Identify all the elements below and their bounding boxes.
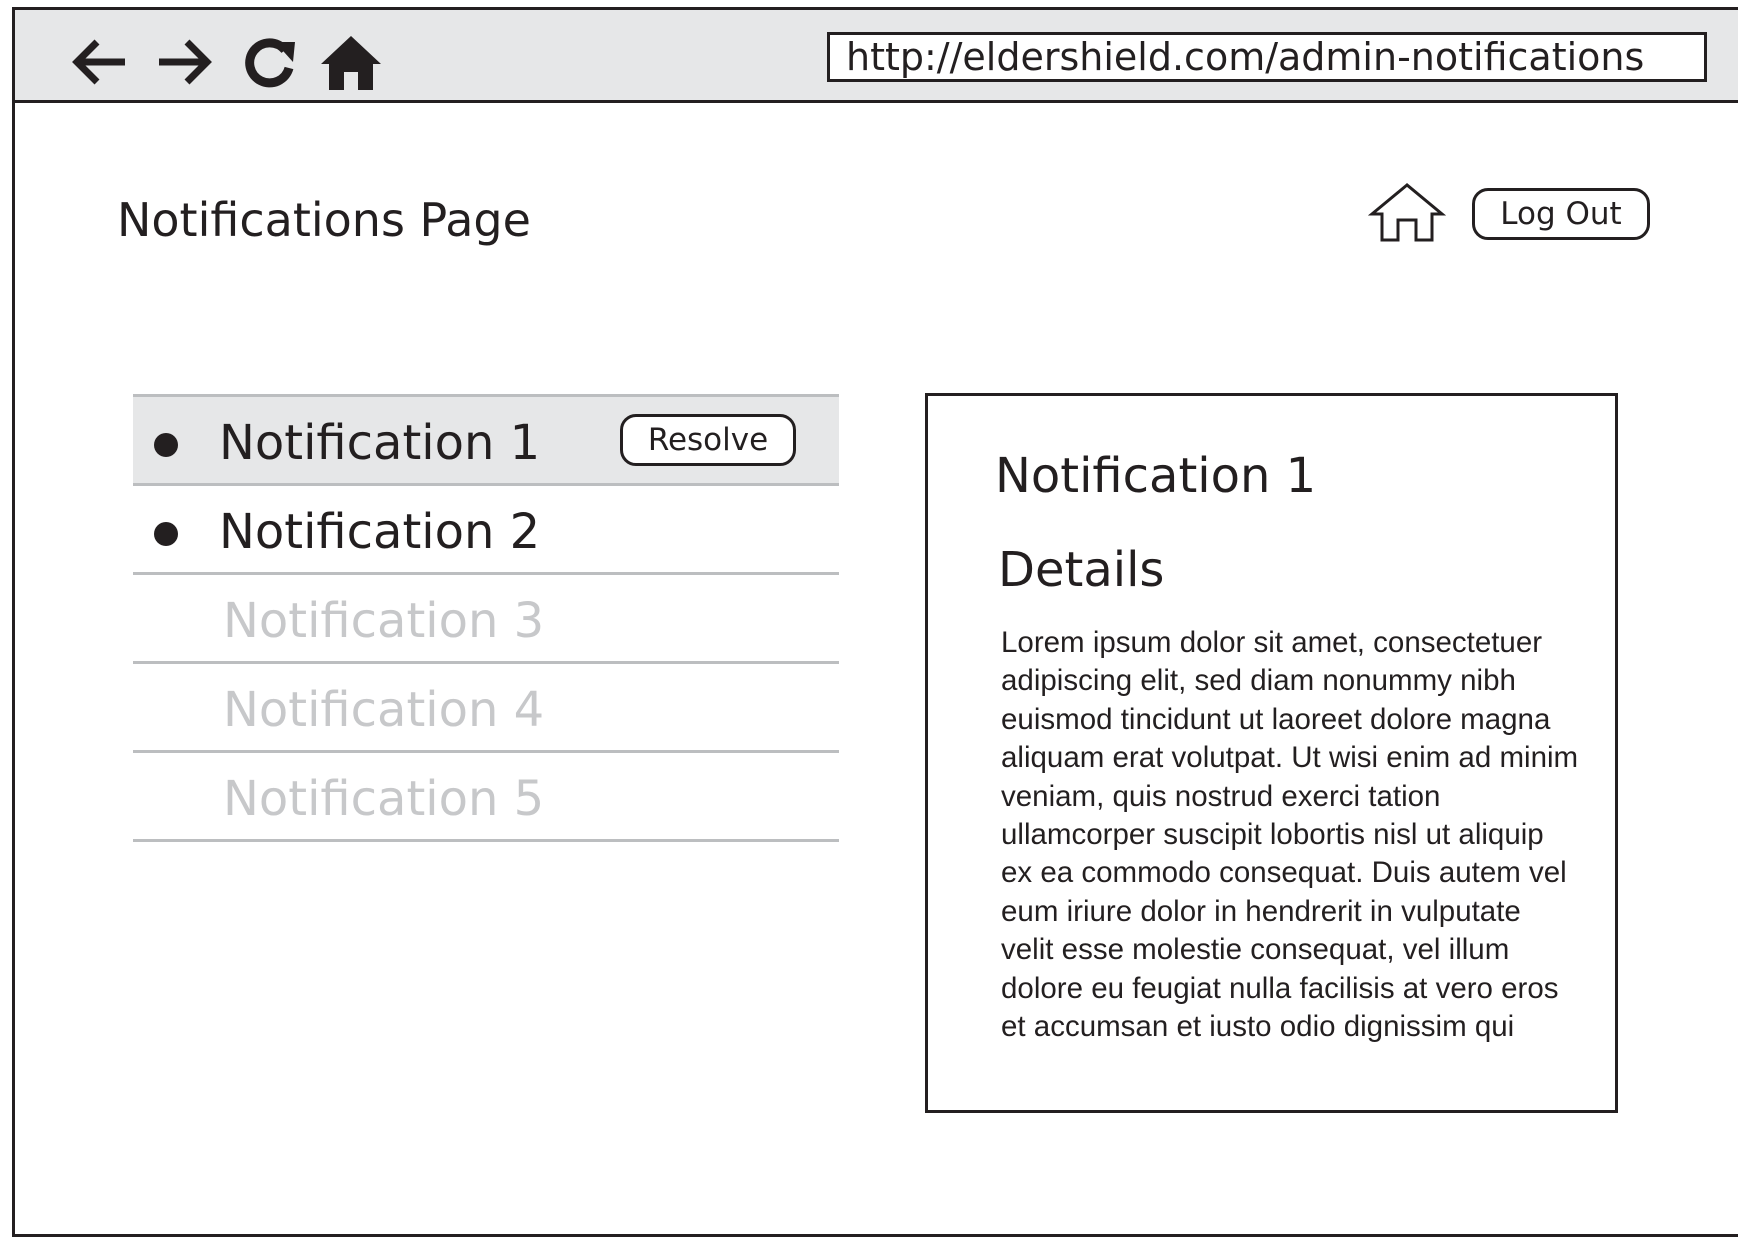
notification-label: Notification 5 [223, 771, 545, 827]
notification-label: Notification 4 [223, 682, 545, 738]
unread-dot-icon [154, 522, 178, 546]
resolve-button[interactable]: Resolve [620, 414, 796, 466]
log-out-button[interactable]: Log Out [1472, 188, 1650, 240]
detail-subtitle: Details [998, 542, 1165, 598]
notification-detail-panel: Notification 1 Details Lorem ipsum dolor… [925, 393, 1618, 1113]
notification-item-1[interactable]: Notification 1 Resolve [133, 394, 839, 486]
forward-arrow-icon[interactable] [153, 30, 217, 94]
back-arrow-icon[interactable] [67, 30, 131, 94]
browser-toolbar: http://eldershield.com/admin-notificatio… [15, 10, 1738, 103]
detail-body: Lorem ipsum dolor sit amet, consectetuer… [1001, 626, 1579, 1044]
detail-title: Notification 1 [995, 448, 1317, 504]
home-icon[interactable] [319, 30, 383, 94]
home-outline-icon[interactable] [1368, 182, 1446, 244]
notification-label: Notification 2 [219, 504, 541, 560]
notification-label: Notification 1 [219, 415, 541, 471]
unread-dot-icon [154, 433, 178, 457]
notification-label: Notification 3 [223, 593, 545, 649]
notification-item-5[interactable]: Notification 5 [133, 753, 839, 842]
address-bar[interactable]: http://eldershield.com/admin-notificatio… [827, 32, 1707, 82]
notification-item-4[interactable]: Notification 4 [133, 664, 839, 753]
notification-item-2[interactable]: Notification 2 [133, 486, 839, 575]
notification-item-3[interactable]: Notification 3 [133, 575, 839, 664]
notification-list: Notification 1 Resolve Notification 2 No… [133, 394, 839, 842]
reload-icon[interactable] [237, 30, 301, 94]
page-title: Notifications Page [117, 193, 531, 247]
